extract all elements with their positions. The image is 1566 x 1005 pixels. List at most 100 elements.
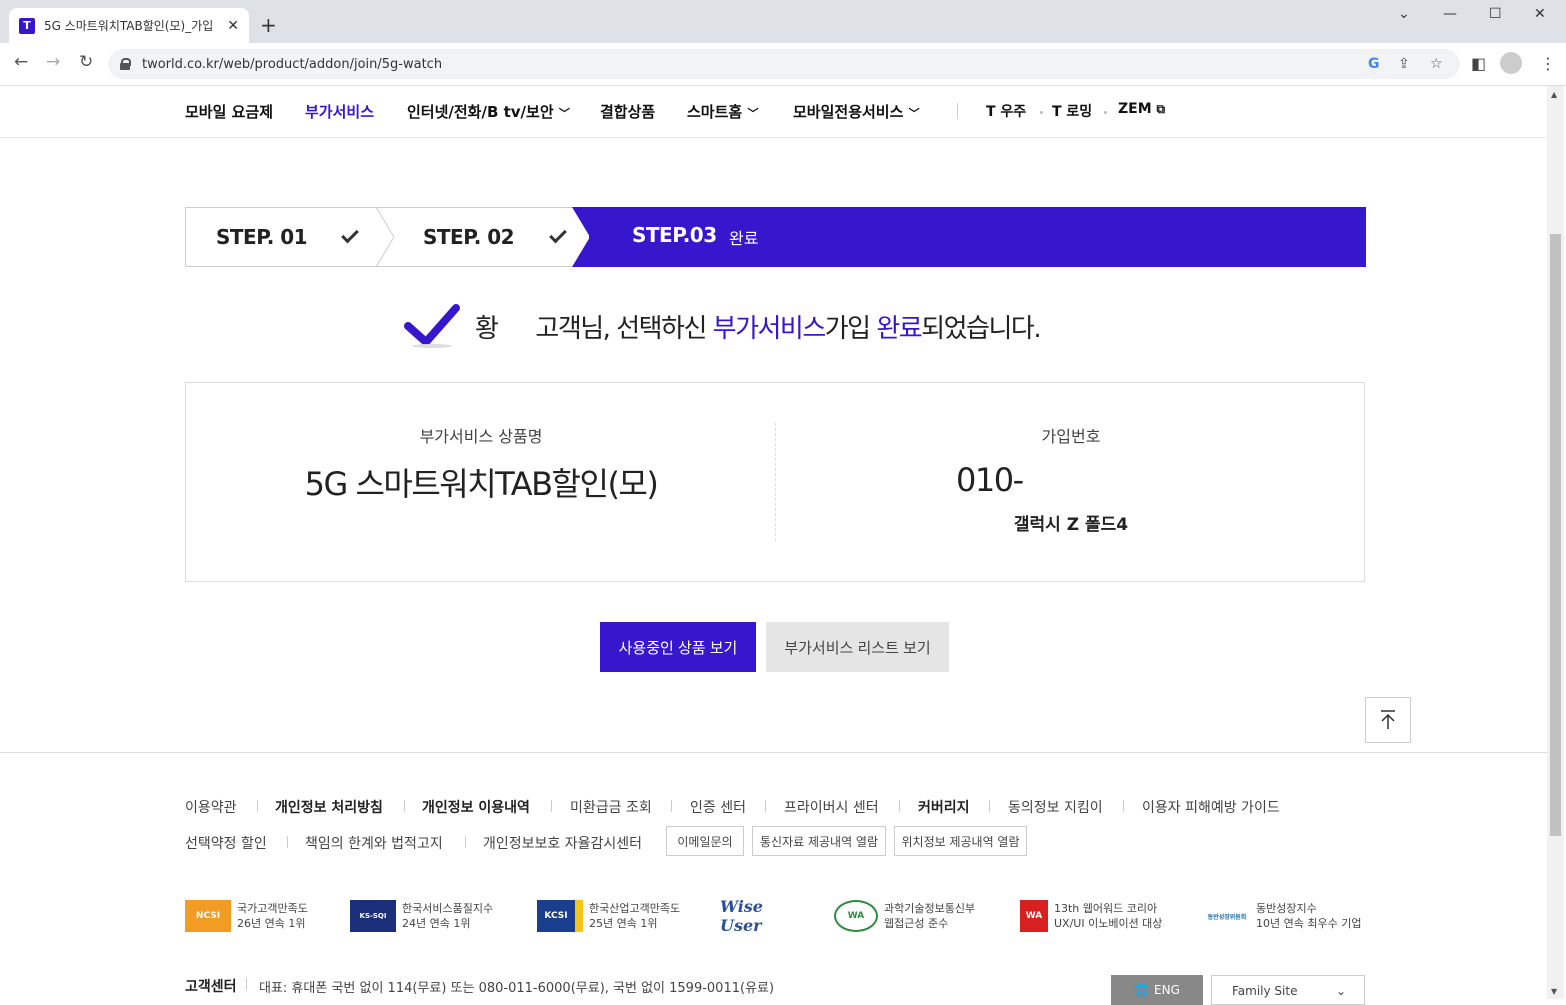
- reload-icon[interactable]: ↻: [79, 52, 93, 72]
- award-line1: 한국서비스품질지수: [402, 902, 494, 915]
- step-3-arrow: [572, 207, 592, 267]
- lock-icon: [120, 58, 131, 70]
- award-line1: 13th 웹어워드 코리아: [1054, 902, 1158, 915]
- award-ncsi: NCSI 국가고객만족도 26년 연속 1위: [185, 900, 308, 932]
- nav-internet-phone-btv[interactable]: 인터넷/전화/B tv/보안 ﹀: [407, 101, 570, 122]
- language-eng-button[interactable]: 🌐 ENG: [1111, 975, 1203, 1005]
- nav-dot: [1040, 111, 1043, 114]
- nav-mobile-plans[interactable]: 모바일 요금제: [185, 101, 273, 122]
- view-my-products-button[interactable]: 사용중인 상품 보기: [600, 622, 756, 672]
- footer-link-privacy-policy[interactable]: 개인정보 처리방침: [275, 797, 383, 817]
- share-icon[interactable]: ⇪: [1398, 56, 1410, 72]
- family-site-label: Family Site: [1232, 984, 1298, 998]
- nav-addon-services[interactable]: 부가서비스: [305, 101, 374, 122]
- award-line2: UX/UI 이노베이션 대상: [1054, 917, 1163, 930]
- step-2-label: STEP. 02: [423, 225, 515, 249]
- family-site-select[interactable]: Family Site ⌄: [1211, 975, 1365, 1005]
- new-tab-icon[interactable]: +: [260, 13, 277, 37]
- window-close-icon[interactable]: ✕: [1534, 6, 1546, 22]
- bookmark-star-icon[interactable]: ☆: [1430, 56, 1443, 72]
- award-web-accessibility: WA 과학기술정보통신부 웹접근성 준수: [834, 900, 975, 932]
- chevron-down-icon: ﹀: [908, 107, 920, 120]
- footer-link-contract-discount[interactable]: 선택약정 할인: [185, 833, 267, 853]
- msg-mid: 가입: [824, 314, 877, 344]
- award-text: 13th 웹어워드 코리아 UX/UI 이노베이션 대상: [1054, 901, 1162, 931]
- footer-top-border: [0, 752, 1547, 753]
- footer-link-consent-guard[interactable]: 동의정보 지킴이: [1008, 797, 1103, 817]
- scroll-down-icon[interactable]: ▼: [1551, 987, 1557, 996]
- back-icon[interactable]: ←: [14, 52, 28, 72]
- subscription-number-value: 010-: [956, 461, 1024, 499]
- nav-divider: [957, 103, 958, 119]
- footer-link-damage-guide[interactable]: 이용자 피해예방 가이드: [1142, 797, 1280, 817]
- step-1-label: STEP. 01: [216, 225, 308, 249]
- nav-mobile-only[interactable]: 모바일전용서비스 ﹀: [793, 101, 920, 122]
- telecom-data-history-button[interactable]: 통신자료 제공내역 열람: [752, 826, 886, 856]
- url-text: tworld.co.kr/web/product/addon/join/5g-w…: [142, 56, 443, 72]
- footer-sep: [989, 800, 990, 812]
- completion-check-icon: [404, 304, 460, 348]
- footer-sep: [257, 800, 258, 812]
- nav-bundle[interactable]: 결합상품: [600, 101, 655, 122]
- tworld-favicon-icon: T: [19, 17, 35, 34]
- footer-link-terms[interactable]: 이용약관: [185, 797, 237, 817]
- customer-name: 황: [475, 314, 499, 344]
- wise-user-logo: Wise User: [720, 897, 763, 935]
- step-divider-arrow: [376, 207, 395, 267]
- location-data-history-button[interactable]: 위치정보 제공내역 열람: [894, 826, 1027, 856]
- footer-link-privacy-watch[interactable]: 개인정보보호 자율감시센터: [483, 833, 642, 853]
- product-name-label: 부가서비스 상품명: [419, 427, 543, 446]
- nav-t-universe[interactable]: T 우주: [986, 101, 1026, 121]
- tab-title: 5G 스마트워치TAB할인(모)_가입: [43, 19, 214, 33]
- subscription-number-label: 가입번호: [1041, 427, 1101, 446]
- global-nav: 모바일 요금제 부가서비스 인터넷/전화/B tv/보안 ﹀ 결합상품 스마트홈…: [0, 86, 1547, 138]
- footer-link-coverage[interactable]: 커버리지: [918, 797, 970, 817]
- msg-highlight-service: 부가서비스: [712, 314, 827, 344]
- maximize-icon[interactable]: ☐: [1489, 6, 1502, 22]
- footer-link-privacy-usage[interactable]: 개인정보 이용내역: [422, 797, 530, 817]
- step-1-check-icon: [341, 225, 359, 244]
- globe-icon: 🌐: [1134, 983, 1150, 997]
- product-name-value: 5G 스마트워치TAB할인(모): [304, 465, 659, 503]
- scroll-up-icon[interactable]: ▲: [1551, 90, 1557, 99]
- nav-label: 모바일전용서비스: [793, 103, 904, 121]
- browser-toolbar: ← → ↻ tworld.co.kr/web/product/addon/joi…: [0, 43, 1566, 86]
- page-scrollbar[interactable]: ▲ ▼: [1547, 86, 1564, 999]
- step-3-status: 완료: [729, 229, 759, 248]
- award-line2: 24년 연속 1위: [402, 917, 471, 930]
- award-kcsi: KCSI 한국산업고객만족도 25년 연속 1위: [537, 900, 680, 932]
- minimize-icon[interactable]: —: [1443, 6, 1457, 22]
- step-2: STEP. 02: [423, 208, 515, 266]
- browser-tabbar: T 5G 스마트워치TAB할인(모)_가입 ✕ + ⌄ — ☐ ✕: [0, 0, 1566, 43]
- award-line1: 국가고객만족도: [237, 902, 308, 915]
- eng-label: ENG: [1154, 983, 1180, 997]
- address-bar[interactable]: tworld.co.kr/web/product/addon/join/5g-w…: [108, 49, 1460, 79]
- nav-zem[interactable]: ZEM ⧉: [1118, 101, 1165, 117]
- forward-icon[interactable]: →: [46, 52, 60, 72]
- award-shared-growth: 동반성장위원회 동반성장지수 10년 연속 최우수 기업: [1204, 900, 1361, 932]
- menu-kebab-icon[interactable]: ⋮: [1540, 54, 1556, 73]
- side-panel-icon[interactable]: ◧: [1471, 54, 1486, 73]
- nav-t-roaming[interactable]: T 로밍: [1052, 101, 1092, 121]
- award-line1: 동반성장지수: [1256, 902, 1317, 915]
- kcsi-logo: KCSI: [537, 900, 583, 932]
- google-icon[interactable]: G: [1368, 56, 1380, 72]
- footer-link-refund[interactable]: 미환급금 조회: [570, 797, 652, 817]
- close-tab-icon[interactable]: ✕: [227, 18, 239, 34]
- profile-avatar[interactable]: [1500, 52, 1522, 74]
- footer-link-legal[interactable]: 책임의 한계와 법적고지: [305, 833, 443, 853]
- email-inquiry-button[interactable]: 이메일문의: [666, 826, 744, 856]
- scroll-to-top-button[interactable]: [1365, 697, 1411, 743]
- nav-label: 인터넷/전화/B tv/보안: [407, 103, 554, 121]
- scroll-thumb[interactable]: [1550, 234, 1561, 836]
- footer-link-privacy-center[interactable]: 프라이버시 센터: [784, 797, 879, 817]
- footer-link-auth-center[interactable]: 인증 센터: [690, 797, 746, 817]
- tab-search-chevron-icon[interactable]: ⌄: [1398, 6, 1410, 22]
- browser-tab[interactable]: T 5G 스마트워치TAB할인(모)_가입 ✕: [9, 8, 249, 43]
- award-text: 한국서비스품질지수 24년 연속 1위: [402, 901, 493, 931]
- arrow-up-icon: [1381, 710, 1395, 729]
- nav-label: 스마트홈: [687, 103, 743, 121]
- nav-smarthome[interactable]: 스마트홈 ﹀: [687, 101, 758, 122]
- nav-label: ZEM: [1118, 101, 1152, 117]
- addon-list-button[interactable]: 부가서비스 리스트 보기: [766, 622, 949, 672]
